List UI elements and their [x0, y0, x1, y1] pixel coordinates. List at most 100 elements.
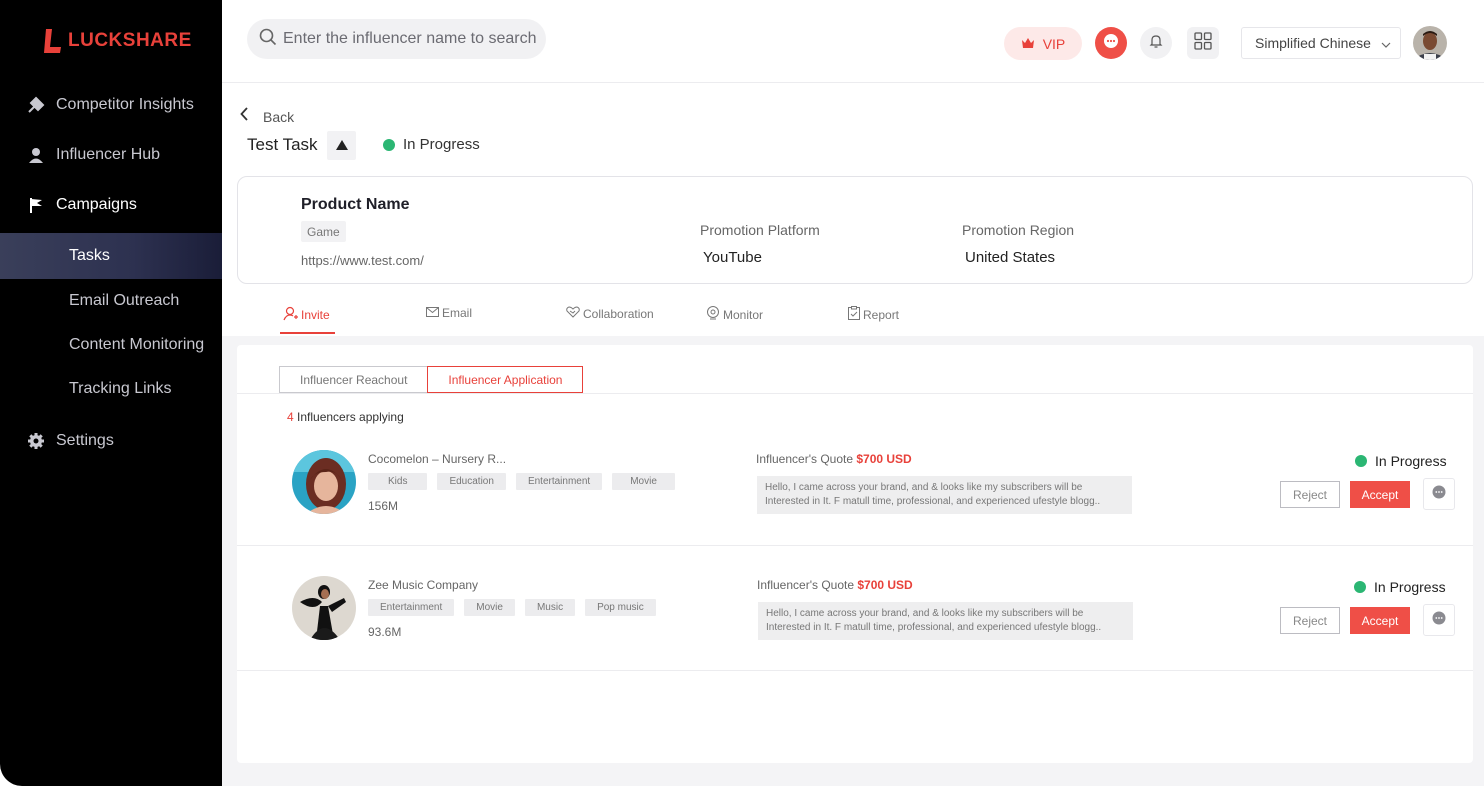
chevron-left-icon	[240, 107, 249, 124]
apps-button[interactable]	[1187, 27, 1219, 59]
status-label: In Progress	[1375, 453, 1447, 469]
application-status: In Progress	[1355, 453, 1447, 469]
influencer-name[interactable]: Zee Music Company	[368, 578, 478, 592]
grid-icon	[1194, 31, 1212, 55]
application-message: Hello, I came across your brand, and & l…	[757, 476, 1132, 514]
crown-icon	[1021, 36, 1035, 52]
search-bar[interactable]	[247, 19, 546, 59]
subtab-influencer-reachout[interactable]: Influencer Reachout	[279, 366, 429, 393]
sidebar-subitem-label: Tracking Links	[69, 380, 172, 397]
collapse-button[interactable]	[327, 131, 356, 160]
influencer-tag: Movie	[612, 473, 675, 490]
influencer-tags: Entertainment Movie Music Pop music	[368, 599, 656, 616]
product-card: Product Name Game https://www.test.com/ …	[237, 176, 1473, 284]
tab-label: Report	[863, 307, 900, 322]
product-category-tag: Game	[301, 221, 346, 242]
luckshare-logo-icon	[44, 28, 62, 54]
tab-collaboration[interactable]: Collaboration	[566, 306, 654, 321]
quote-label: Influencer's Quote $700 USD	[757, 578, 913, 592]
influencer-tag: Movie	[464, 599, 515, 616]
language-label: Simplified Chinese	[1255, 35, 1371, 51]
flag-icon	[27, 196, 45, 214]
sidebar-item-label: Competitor Insights	[56, 96, 194, 113]
mail-icon	[426, 306, 439, 320]
search-icon	[259, 28, 277, 51]
competitor-insights-icon	[27, 96, 45, 114]
sidebar-subitem-tasks[interactable]: Tasks	[0, 233, 222, 279]
header-divider	[222, 82, 1484, 83]
sidebar-subitem-email-outreach[interactable]: Email Outreach	[0, 278, 222, 324]
sidebar-item-settings[interactable]: Settings	[0, 418, 222, 464]
sidebar-subitem-label: Content Monitoring	[69, 336, 205, 353]
influencer-tag: Entertainment	[368, 599, 455, 616]
sidebar-subitem-tracking-links[interactable]: Tracking Links	[0, 366, 222, 412]
triangle-up-icon	[335, 137, 348, 155]
reject-button[interactable]: Reject	[1280, 607, 1340, 634]
influencer-followers: 156M	[368, 499, 399, 513]
list-item: Cocomelon – Nursery R... Kids Education …	[237, 420, 1473, 546]
tab-monitor[interactable]: Monitor	[706, 306, 763, 323]
vip-label: VIP	[1042, 35, 1066, 52]
sidebar-item-competitor-insights[interactable]: Competitor Insights	[0, 82, 222, 128]
tab-email[interactable]: Email	[426, 306, 472, 320]
vip-button[interactable]: VIP	[1004, 27, 1082, 60]
promotion-platform-label: Promotion Platform	[700, 222, 820, 238]
language-select[interactable]: Simplified Chinese	[1241, 27, 1401, 59]
sidebar-subitem-label: Email Outreach	[69, 292, 180, 309]
sidebar: LUCKSHARE Competitor Insights Influencer…	[0, 0, 222, 786]
quote-label: Influencer's Quote $700 USD	[756, 452, 912, 466]
product-url[interactable]: https://www.test.com/	[301, 253, 424, 268]
tab-label: Invite	[301, 308, 330, 322]
search-input[interactable]	[283, 30, 543, 48]
quote-price: $700 USD	[857, 578, 913, 592]
tab-active-indicator	[280, 332, 335, 334]
influencer-name[interactable]: Cocomelon – Nursery R...	[368, 452, 506, 466]
promotion-region-value: United States	[965, 249, 1056, 266]
page-title: Test Task	[247, 135, 318, 154]
notifications-button[interactable]	[1140, 27, 1172, 59]
sidebar-item-label: Influencer Hub	[56, 146, 161, 163]
accept-button[interactable]: Accept	[1350, 607, 1410, 634]
sidebar-item-influencer-hub[interactable]: Influencer Hub	[0, 132, 222, 178]
tab-invite[interactable]: Invite	[283, 306, 330, 324]
task-tabs: Invite Email Collaboration Monitor Repor…	[222, 296, 1484, 336]
subtab-divider	[237, 393, 1473, 394]
quote-price: $700 USD	[856, 452, 912, 466]
reject-button[interactable]: Reject	[1280, 481, 1340, 508]
quote-label-text: Influencer's Quote	[756, 452, 857, 466]
subtab-influencer-application[interactable]: Influencer Application	[427, 366, 584, 393]
chat-button[interactable]	[1095, 27, 1127, 59]
influencer-avatar[interactable]	[292, 576, 356, 640]
sidebar-item-campaigns[interactable]: Campaigns	[0, 182, 222, 228]
influencer-followers: 93.6M	[368, 625, 402, 639]
influencer-tag: Entertainment	[515, 473, 603, 490]
quote-label-text: Influencer's Quote	[757, 578, 858, 592]
application-status: In Progress	[1354, 579, 1446, 595]
invite-user-icon	[283, 306, 298, 324]
chat-bubble-icon	[1102, 32, 1120, 55]
chat-bubble-icon	[1432, 485, 1446, 504]
logo[interactable]: LUCKSHARE	[44, 28, 192, 54]
task-status-badge: In Progress	[383, 136, 480, 153]
sidebar-item-label: Settings	[56, 432, 114, 449]
influencer-tag: Pop music	[585, 599, 656, 616]
status-label: In Progress	[1374, 579, 1446, 595]
tab-report[interactable]: Report	[848, 306, 899, 323]
sidebar-item-label: Campaigns	[56, 196, 137, 213]
influencer-avatar[interactable]	[292, 450, 356, 514]
sidebar-subitem-content-monitoring[interactable]: Content Monitoring	[0, 322, 222, 368]
status-dot	[1354, 581, 1366, 593]
message-button[interactable]	[1423, 604, 1455, 636]
accept-button[interactable]: Accept	[1350, 481, 1410, 508]
user-avatar[interactable]	[1413, 26, 1447, 60]
gear-icon	[27, 432, 45, 450]
influencer-tag: Music	[524, 599, 576, 616]
logo-text: LUCKSHARE	[68, 30, 192, 51]
promotion-platform-value: YouTube	[703, 249, 762, 266]
message-button[interactable]	[1423, 478, 1455, 510]
back-button[interactable]: Back	[240, 106, 294, 125]
product-name-label: Product Name	[301, 196, 410, 213]
status-dot	[383, 138, 395, 151]
status-dot	[1355, 455, 1367, 467]
tab-label: Email	[442, 306, 473, 320]
